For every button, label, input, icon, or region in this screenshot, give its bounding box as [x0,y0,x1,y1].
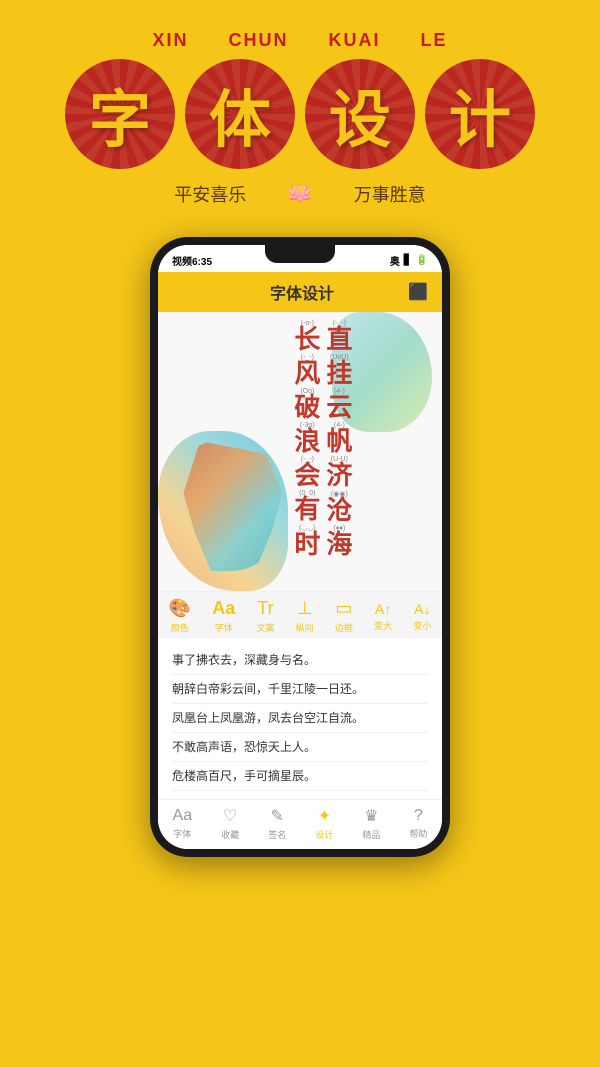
calli-pair-r4: (4-) 帆 [326,422,352,455]
wifi-icon: 奥 [390,253,400,268]
list-item[interactable]: 事了拂衣去，深藏身与名。 [172,646,428,675]
circle-ti: 体 [185,59,295,169]
circle-zi: 字 [65,59,175,169]
calli-pair-6: (0_0) 有 [294,490,320,523]
toolbar-font[interactable]: Aa 字体 [212,598,235,634]
vertical-icon: ⊥ [297,598,313,619]
nav-design[interactable]: ✦ 设计 [315,806,333,841]
calli-pair-3: (Oo) 破 [294,388,320,421]
circle-ji: 计 [425,59,535,169]
app-header: 字体设计 ⬛ [158,272,442,312]
subtitle-right: 万事胜意 [354,181,426,207]
top-banner: XIN CHUN KUAI LE 字 体 设 计 平安喜乐 🪷 万事胜意 [0,0,600,227]
toolbar-vertical[interactable]: ⊥ 纵向 [296,598,314,634]
status-time: 视频6:35 [172,253,212,268]
calli-pair-r3: (4-) 云 [326,388,352,421]
calli-pair-r6: (◉◉) 沧 [326,490,352,524]
bigger-icon: A↑ [375,601,391,617]
toolbar-text[interactable]: Tr 文案 [256,598,274,634]
toolbar: 🎨 颜色 Aa 字体 Tr 文案 ⊥ 纵向 ▭ 边框 [158,591,442,638]
calli-pair-r7: (♦♦) 海 [326,525,352,558]
phone-device: 视频6:35 奥 ▋ 🔋 字体设计 ⬛ [150,237,450,857]
pinyin-xin: XIN [152,30,188,51]
bottom-nav: Aa 字体 ♡ 收藏 ✎ 签名 ✦ 设计 ♛ 精品 [158,799,442,849]
pinyin-chun: CHUN [229,30,289,51]
nav-edit-icon: ✎ [271,806,284,826]
nav-font[interactable]: Aa 字体 [173,807,193,840]
toolbar-border[interactable]: ▭ 边框 [335,598,353,634]
border-icon: ▭ [335,598,352,619]
nav-star-icon: ♛ [364,806,378,826]
phone-container: 视频6:35 奥 ▋ 🔋 字体设计 ⬛ [0,237,600,857]
text-icon: Tr [257,598,273,619]
calli-pair-1: (-o-) 长 [294,320,320,353]
calli-col-right: (-_-) 直 (UoU) 挂 (4-) 云 (4-) [326,320,352,559]
signal-icon: ▋ [404,255,412,266]
nav-design-icon: ✦ [318,806,331,826]
text-list: 事了拂衣去，深藏身与名。 朝辞白帝彩云间，千里江陵一日还。 凤凰台上凤凰游，凤去… [158,638,442,799]
circle-she: 设 [305,59,415,169]
font-icon: Aa [212,598,235,619]
color-icon: 🎨 [169,598,191,619]
nav-heart-icon: ♡ [223,806,237,826]
nav-help-icon: ? [414,807,423,825]
lotus-icon: 🪷 [286,181,313,207]
nav-sign[interactable]: ✎ 签名 [268,806,286,841]
export-icon[interactable]: ⬛ [408,282,428,302]
pinyin-kuai: KUAI [329,30,381,51]
pinyin-row: XIN CHUN KUAI LE [20,30,580,51]
chinese-circles: 字 体 设 计 [20,59,580,169]
list-item[interactable]: 不敢高声语，恐惊天上人。 [172,733,428,762]
calli-pair-r1: (-_-) 直 [326,320,352,353]
calli-pair-5: (-_-) 会 [294,456,320,489]
calli-pair-r5: (U-U) 济 [326,456,352,489]
battery-icon: 🔋 [416,255,428,266]
list-item[interactable]: 凤凰台上凤凰游，凤去台空江自流。 [172,704,428,733]
calli-text-area: (-o-) 长 (-_-) 风 (Oo) 破 (-3o) [294,320,352,559]
nav-favorite[interactable]: ♡ 收藏 [221,806,239,841]
calli-col-left: (-o-) 长 (-_-) 风 (Oo) 破 (-3o) [294,320,320,559]
subtitle-row: 平安喜乐 🪷 万事胜意 [20,181,580,207]
toolbar-color[interactable]: 🎨 颜色 [169,598,191,634]
notch [265,245,335,263]
toolbar-bigger[interactable]: A↑ 变大 [374,601,392,632]
pinyin-le: LE [421,30,448,51]
status-icons: 奥 ▋ 🔋 [390,253,428,268]
nav-premium[interactable]: ♛ 精品 [362,806,380,841]
toolbar-smaller[interactable]: A↓ 变小 [413,601,431,632]
list-item[interactable]: 危楼高百尺，手可摘星辰。 [172,762,428,791]
calli-pair-7: (◡◡) 时 [294,524,320,558]
nav-font-icon: Aa [173,807,193,825]
calli-pair-4: (-3o) 浪 [294,422,320,455]
app-title: 字体设计 [196,280,408,304]
status-bar: 视频6:35 奥 ▋ 🔋 [158,245,442,272]
phone-screen: 视频6:35 奥 ▋ 🔋 字体设计 ⬛ [158,245,442,849]
list-item[interactable]: 朝辞白帝彩云间，千里江陵一日还。 [172,675,428,704]
calli-pair-2: (-_-) 风 [294,354,320,387]
subtitle-left: 平安喜乐 [174,181,246,207]
calli-pair-r2: (UoU) 挂 [326,354,352,387]
main-content: (-o-) 长 (-_-) 风 (Oo) 破 (-3o) [158,312,442,591]
nav-help[interactable]: ? 帮助 [409,807,427,840]
smaller-icon: A↓ [414,601,430,617]
